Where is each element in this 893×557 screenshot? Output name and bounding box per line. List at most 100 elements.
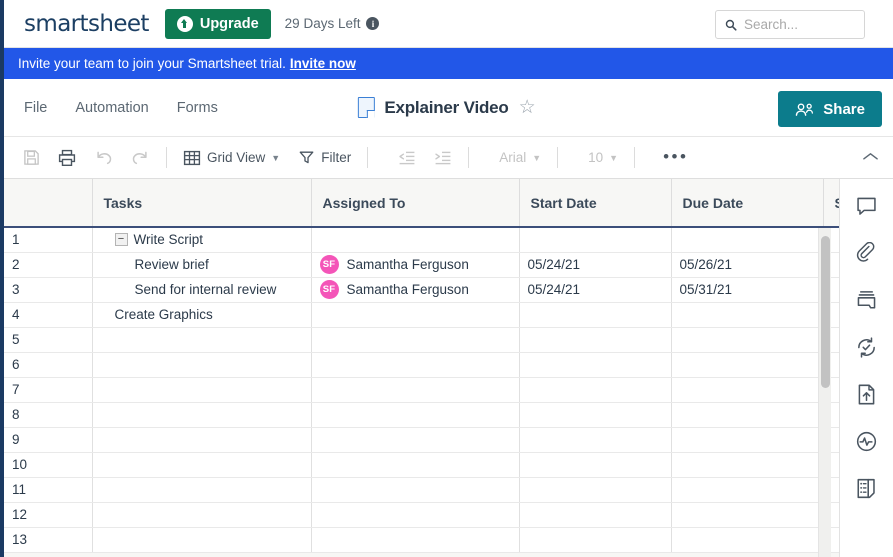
cell-assigned-to[interactable]: [311, 352, 520, 378]
table-row[interactable]: 6: [4, 352, 839, 378]
grid-vertical-scrollbar[interactable]: [818, 228, 831, 557]
upgrade-button[interactable]: Upgrade: [164, 8, 271, 39]
cell-due-date[interactable]: [671, 227, 824, 253]
cell-assigned-to[interactable]: [311, 452, 520, 478]
update-requests-icon[interactable]: [852, 332, 882, 362]
cell-assigned-to[interactable]: SF Samantha Ferguson: [311, 252, 520, 278]
cell-assigned-to[interactable]: [311, 502, 520, 528]
grid-scrollbar-thumb[interactable]: [821, 236, 830, 388]
smartsheet-logo[interactable]: smartsheet: [24, 11, 149, 37]
menu-item-forms[interactable]: Forms: [177, 100, 218, 116]
cell-start-date[interactable]: [519, 327, 672, 353]
column-header-start-date[interactable]: Start Date: [519, 179, 672, 228]
cell-task[interactable]: [92, 377, 312, 403]
cell-task[interactable]: Send for internal review: [92, 277, 312, 303]
table-row[interactable]: 2 Review brief SF Samantha Ferguson 05/24/21…: [4, 252, 839, 278]
info-icon[interactable]: i: [366, 17, 380, 30]
table-row[interactable]: 10: [4, 452, 839, 478]
cell-task[interactable]: [92, 402, 312, 428]
table-row[interactable]: 13: [4, 527, 839, 553]
cell-due-date[interactable]: [671, 352, 824, 378]
font-family-select[interactable]: Arial ▼: [490, 143, 550, 173]
cell-task[interactable]: [92, 527, 312, 553]
row-number[interactable]: 7: [4, 377, 93, 403]
comments-icon[interactable]: [852, 191, 882, 221]
cell-start-date[interactable]: [519, 352, 672, 378]
table-row[interactable]: 11: [4, 477, 839, 503]
menu-item-automation[interactable]: Automation: [75, 100, 148, 116]
cell-assigned-to[interactable]: [311, 427, 520, 453]
row-number[interactable]: 13: [4, 527, 93, 553]
table-row[interactable]: 7: [4, 377, 839, 403]
activity-log-icon[interactable]: [852, 426, 882, 456]
table-row[interactable]: 3 Send for internal review SF Samantha Ferg…: [4, 277, 839, 303]
cell-assigned-to[interactable]: [311, 377, 520, 403]
row-number[interactable]: 9: [4, 427, 93, 453]
column-header-rownum[interactable]: [4, 179, 93, 228]
undo-button[interactable]: [85, 143, 122, 173]
cell-start-date[interactable]: [519, 402, 672, 428]
row-number[interactable]: 6: [4, 352, 93, 378]
cell-due-date[interactable]: 05/31/21: [671, 277, 824, 303]
filter-button[interactable]: Filter: [289, 143, 360, 173]
table-row[interactable]: 4 Create Graphics: [4, 302, 839, 328]
summary-icon[interactable]: [852, 473, 882, 503]
row-number[interactable]: 2: [4, 252, 93, 278]
cell-due-date[interactable]: [671, 427, 824, 453]
save-button[interactable]: [14, 143, 49, 173]
cell-start-date[interactable]: [519, 477, 672, 503]
cell-due-date[interactable]: [671, 302, 824, 328]
cell-task[interactable]: Review brief: [92, 252, 312, 278]
cell-task[interactable]: [92, 427, 312, 453]
table-row[interactable]: 9: [4, 427, 839, 453]
cell-start-date[interactable]: [519, 502, 672, 528]
row-number[interactable]: 11: [4, 477, 93, 503]
row-number[interactable]: 8: [4, 402, 93, 428]
cell-task[interactable]: [92, 452, 312, 478]
cell-assigned-to[interactable]: [311, 327, 520, 353]
cell-start-date[interactable]: 05/24/21: [519, 252, 672, 278]
font-size-select[interactable]: 10 ▼: [579, 143, 627, 173]
search-input[interactable]: [743, 17, 855, 32]
table-row[interactable]: 8: [4, 402, 839, 428]
cell-start-date[interactable]: [519, 302, 672, 328]
row-number[interactable]: 5: [4, 327, 93, 353]
row-number[interactable]: 3: [4, 277, 93, 303]
publish-icon[interactable]: [852, 379, 882, 409]
search-box[interactable]: [715, 10, 865, 39]
cell-assigned-to[interactable]: [311, 227, 520, 253]
cell-due-date[interactable]: [671, 502, 824, 528]
cell-due-date[interactable]: [671, 452, 824, 478]
outdent-button[interactable]: [389, 143, 425, 173]
proofs-icon[interactable]: [852, 285, 882, 315]
row-number[interactable]: 4: [4, 302, 93, 328]
column-header-due-date[interactable]: Due Date: [671, 179, 824, 228]
cell-assigned-to[interactable]: [311, 402, 520, 428]
page-title[interactable]: Explainer Video: [384, 98, 508, 118]
column-header-status[interactable]: S: [823, 179, 839, 228]
row-collapse-toggle[interactable]: −: [114, 233, 128, 247]
menu-item-file[interactable]: File: [24, 100, 47, 116]
cell-start-date[interactable]: [519, 452, 672, 478]
cell-assigned-to[interactable]: SF Samantha Ferguson: [311, 277, 520, 303]
grid-view-button[interactable]: Grid View ▼: [174, 143, 289, 173]
indent-button[interactable]: [425, 143, 461, 173]
column-header-assigned-to[interactable]: Assigned To: [311, 179, 520, 228]
table-row[interactable]: 1− Write Script: [4, 227, 839, 253]
cell-due-date[interactable]: [671, 527, 824, 553]
cell-due-date[interactable]: [671, 377, 824, 403]
favorite-star-icon[interactable]: ☆: [519, 98, 536, 117]
cell-start-date[interactable]: [519, 377, 672, 403]
cell-due-date[interactable]: [671, 402, 824, 428]
row-number[interactable]: 10: [4, 452, 93, 478]
cell-assigned-to[interactable]: [311, 302, 520, 328]
cell-task[interactable]: − Write Script: [92, 227, 312, 253]
cell-due-date[interactable]: [671, 477, 824, 503]
cell-assigned-to[interactable]: [311, 477, 520, 503]
table-row[interactable]: 5: [4, 327, 839, 353]
cell-start-date[interactable]: [519, 527, 672, 553]
cell-start-date[interactable]: [519, 227, 672, 253]
cell-task[interactable]: Create Graphics: [92, 302, 312, 328]
cell-task[interactable]: [92, 352, 312, 378]
column-header-tasks[interactable]: Tasks: [92, 179, 312, 228]
